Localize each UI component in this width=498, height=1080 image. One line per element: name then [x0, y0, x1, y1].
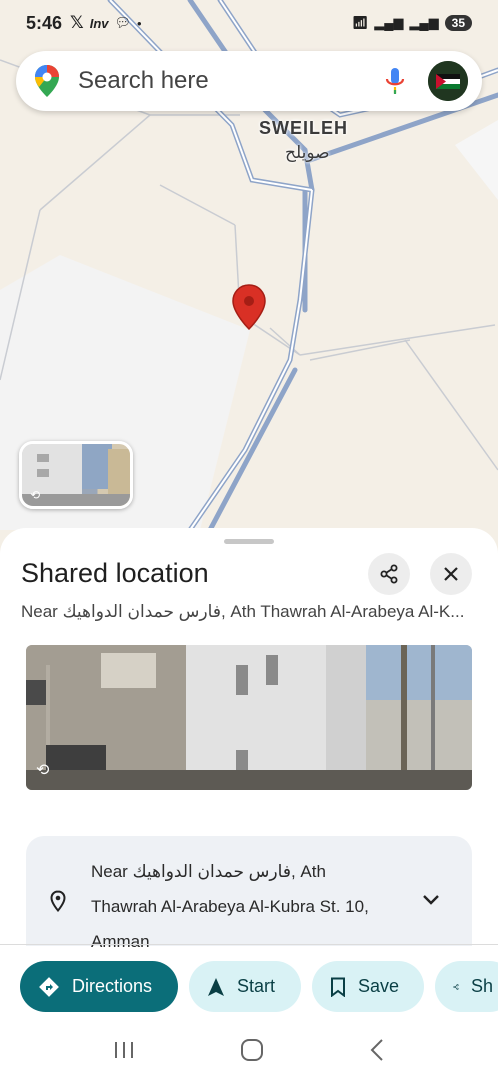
360-rotate-icon: ⟲ — [36, 762, 50, 779]
google-maps-logo-icon — [35, 65, 59, 97]
battery-icon: 35 — [444, 15, 472, 31]
system-navigation-bar — [0, 1020, 498, 1080]
x-logo-icon: 𝕏 — [70, 13, 84, 32]
close-button[interactable] — [430, 553, 472, 595]
share-chip-button[interactable]: Sh — [435, 961, 498, 1012]
directions-button[interactable]: Directions — [20, 961, 178, 1012]
share-label: Sh — [470, 976, 493, 996]
location-pin-icon[interactable] — [231, 283, 267, 331]
microphone-icon[interactable] — [384, 66, 406, 96]
recent-apps-icon[interactable] — [113, 1040, 135, 1060]
bookmark-icon — [331, 977, 345, 997]
360-rotate-icon: ⟲ — [30, 488, 41, 502]
location-pin-outline-icon — [50, 890, 66, 912]
save-button[interactable]: Save — [312, 961, 424, 1012]
signal-icon: ▂▄▆ — [374, 15, 404, 30]
save-label: Save — [358, 976, 400, 996]
share-icon — [380, 564, 398, 584]
sheet-drag-handle[interactable] — [224, 539, 274, 544]
address-line: Near فارس حمدان الدواهيك, Ath — [91, 862, 326, 881]
address-row[interactable]: Near فارس حمدان الدواهيك, Ath Thawrah Al… — [26, 836, 472, 951]
back-icon[interactable] — [369, 1038, 385, 1062]
place-subtitle-address: Near فارس حمدان الدواهيك, Ath Thawrah Al… — [21, 602, 465, 621]
share-button[interactable] — [368, 553, 410, 595]
navigation-arrow-icon — [208, 977, 224, 996]
divider — [0, 944, 498, 945]
directions-label: Directions — [72, 976, 153, 996]
wifi-icon: 📶︎ — [351, 15, 369, 30]
map-place-label-arabic: صويلح — [285, 143, 330, 162]
avatar[interactable] — [428, 61, 468, 101]
status-time: 5:46 — [26, 12, 63, 33]
address-line: Thawrah Al-Arabeya Al-Kubra St. 10, — [91, 897, 369, 916]
street-view-photo[interactable]: ⟲ — [26, 645, 472, 790]
address-line: Amman — [91, 932, 150, 951]
place-title: Shared location — [21, 558, 209, 588]
home-icon[interactable] — [240, 1038, 264, 1062]
close-icon — [444, 567, 458, 581]
dot-icon: • — [137, 15, 142, 31]
directions-icon — [39, 976, 59, 997]
chevron-down-icon[interactable] — [422, 894, 440, 906]
street-view-thumbnail[interactable]: ⟲ — [19, 441, 133, 509]
start-button[interactable]: Start — [189, 961, 301, 1012]
search-bar[interactable]: Search here — [16, 51, 482, 111]
share-icon — [453, 983, 459, 990]
status-bar: 5:46 𝕏 Inv 💬︎ • 📶︎ ▂▄▆ ▂▄▆ 35 — [0, 0, 498, 46]
inv-icon: Inv — [89, 15, 109, 31]
signal-icon-2: ▂▄▆ — [409, 15, 439, 30]
action-chips: Directions Start Save Sh — [20, 961, 498, 1012]
start-label: Start — [237, 976, 276, 996]
search-input[interactable]: Search here — [78, 67, 384, 95]
place-bottom-sheet[interactable]: Shared location Near فارس حمدان الدواهيك… — [0, 528, 498, 1080]
map-place-label: SWEILEH — [259, 118, 349, 138]
chat-bubble-icon: 💬︎ — [114, 15, 132, 30]
